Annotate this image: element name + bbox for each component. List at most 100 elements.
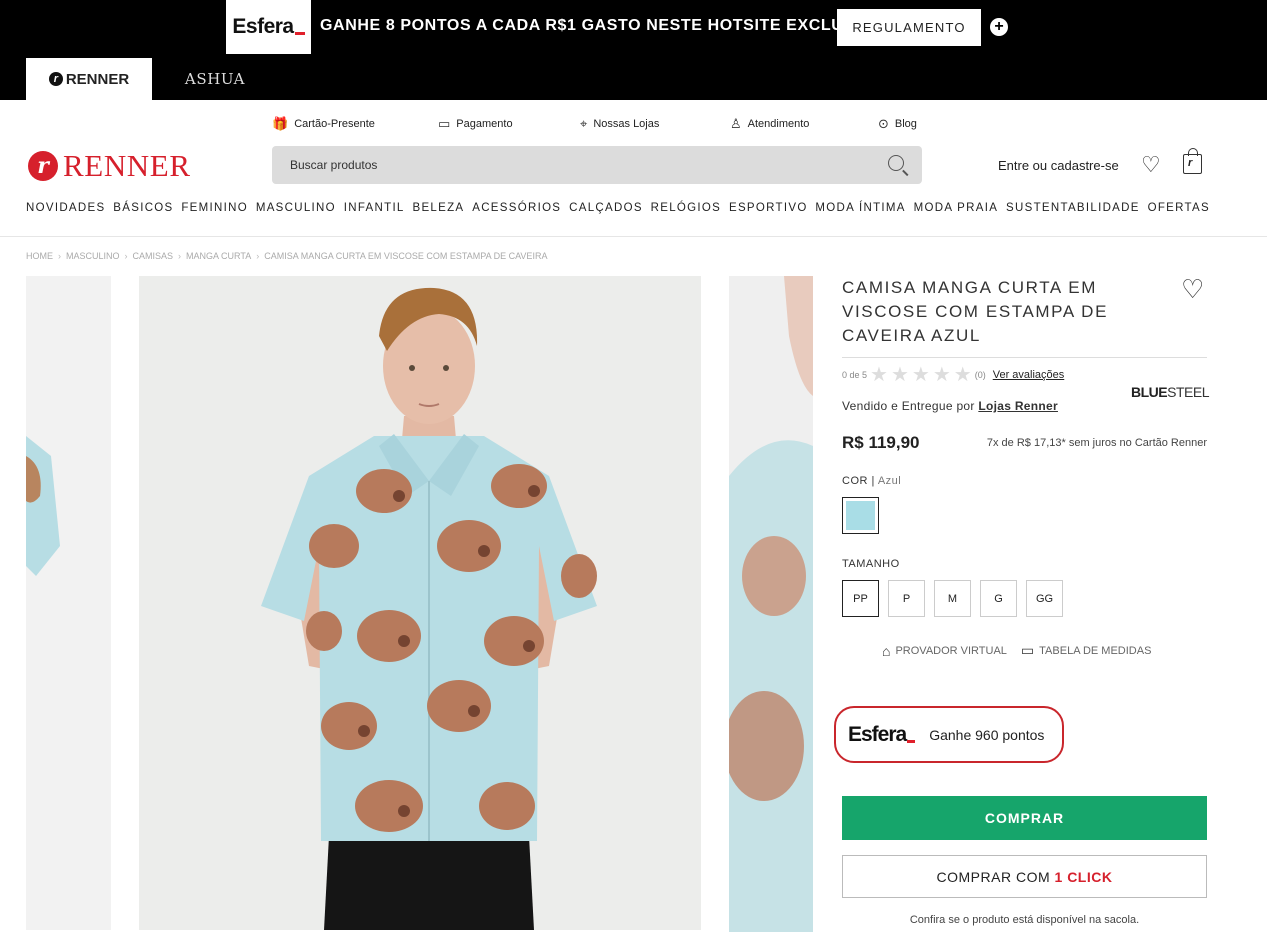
color-label: COR | Azul: [842, 475, 902, 487]
product-price: R$ 119,90: [842, 433, 920, 452]
utility-label: Cartão-Presente: [294, 118, 375, 130]
nav-item[interactable]: BELEZA: [412, 202, 464, 214]
size-tools: ⌂ PROVADOR VIRTUAL ▭ TABELA DE MEDIDAS: [882, 642, 1151, 659]
virtual-fitting-link[interactable]: ⌂ PROVADOR VIRTUAL: [882, 642, 1007, 659]
nav-item[interactable]: BÁSICOS: [113, 202, 173, 214]
size-option-pp[interactable]: PP: [842, 580, 879, 617]
product-title: CAMISA MANGA CURTA EM VISCOSE COM ESTAMP…: [842, 278, 1109, 345]
nav-item[interactable]: NOVIDADES: [26, 202, 105, 214]
size-option-gg[interactable]: GG: [1026, 580, 1063, 617]
seller-info: Vendido e Entregue por Lojas Renner: [842, 399, 1058, 413]
wishlist-heart-icon[interactable]: ♡: [1141, 154, 1161, 176]
size-option-p[interactable]: P: [888, 580, 925, 617]
gallery-next-image[interactable]: [729, 276, 813, 932]
esfera-logo[interactable]: Esfera: [226, 0, 311, 54]
color-swatch-azul[interactable]: [842, 497, 879, 534]
esfera-points-badge: Esfera Ganhe 960 pontos: [834, 706, 1064, 763]
search-bar: [272, 146, 922, 184]
search-input[interactable]: [272, 146, 872, 184]
breadcrumb-item[interactable]: CAMISAS: [133, 251, 174, 261]
utility-blog[interactable]: ⊙ Blog: [878, 116, 917, 132]
nav-item[interactable]: CALÇADOS: [569, 202, 643, 214]
login-link[interactable]: Entre ou cadastre-se: [998, 158, 1119, 173]
color-value: Azul: [877, 475, 902, 487]
utility-support[interactable]: ♙ Atendimento: [730, 116, 809, 132]
tab-renner[interactable]: r RENNER: [26, 58, 152, 100]
size-chart-link[interactable]: ▭ TABELA DE MEDIDAS: [1021, 642, 1152, 659]
location-icon: ⌖: [580, 116, 588, 131]
nav-item[interactable]: ACESSÓRIOS: [472, 202, 561, 214]
breadcrumb-item[interactable]: HOME: [26, 251, 53, 261]
size-selector: PP P M G GG: [842, 580, 1063, 617]
nav-item[interactable]: FEMININO: [181, 202, 248, 214]
product-main-image[interactable]: [139, 276, 701, 930]
nav-item[interactable]: SUSTENTABILIDADE: [1006, 202, 1140, 214]
size-option-g[interactable]: G: [980, 580, 1017, 617]
nav-item[interactable]: RELÓGIOS: [651, 202, 721, 214]
nav-item[interactable]: ESPORTIVO: [729, 202, 808, 214]
star-icon: ★: [890, 364, 909, 386]
search-icon[interactable]: [888, 155, 904, 171]
brand-bold: BLUE: [1131, 384, 1168, 400]
one-click-prefix: COMPRAR COM: [936, 868, 1055, 885]
star-icon: ★: [911, 364, 930, 386]
tab-ashua[interactable]: ASHUA: [160, 58, 270, 100]
person-icon: ♙: [730, 116, 742, 131]
renner-logo[interactable]: r RENNER: [28, 148, 191, 184]
installments-text: 7x de R$ 17,13* sem juros no Cartão Renn…: [986, 437, 1207, 449]
header-divider: [0, 236, 1267, 237]
promo-text: GANHE 8 PONTOS A CADA R$1 GASTO NESTE HO…: [320, 17, 885, 34]
utility-label: Nossas Lojas: [593, 118, 660, 130]
utility-label: Blog: [894, 118, 917, 130]
hanger-icon: ⌂: [882, 642, 891, 659]
gallery-prev-image[interactable]: [26, 276, 111, 930]
size-chart-label: TABELA DE MEDIDAS: [1039, 644, 1152, 657]
reviews-link[interactable]: Ver avaliações: [993, 369, 1065, 381]
size-option-m[interactable]: M: [934, 580, 971, 617]
nav-item[interactable]: OFERTAS: [1148, 202, 1210, 214]
nav-item[interactable]: MODA ÍNTIMA: [815, 202, 905, 214]
esfera-logo-text: Esfera: [232, 15, 294, 38]
utility-gift-card[interactable]: 🎁 Cartão-Presente: [272, 116, 375, 132]
breadcrumb-item[interactable]: MANGA CURTA: [186, 251, 251, 261]
ruler-icon: ▭: [1020, 642, 1035, 658]
promo-topbar: Esfera GANHE 8 PONTOS A CADA R$1 GASTO N…: [0, 0, 1267, 100]
utility-stores[interactable]: ⌖ Nossas Lojas: [580, 116, 659, 132]
title-divider: [842, 357, 1207, 358]
size-label: TAMANHO: [842, 558, 900, 570]
shopping-bag-icon[interactable]: r: [1183, 148, 1202, 174]
seller-link[interactable]: Lojas Renner: [978, 399, 1058, 413]
rating-count: (0): [974, 370, 986, 380]
favorite-heart-icon[interactable]: ♡: [1181, 276, 1204, 302]
utility-payment[interactable]: ▭ Pagamento: [438, 116, 513, 132]
star-icon: ★: [953, 364, 972, 386]
plus-icon[interactable]: +: [990, 18, 1008, 36]
nav-item[interactable]: MODA PRAIA: [914, 202, 999, 214]
one-click-highlight: 1 CLICK: [1054, 868, 1113, 885]
esfera-mini-logo-text: Esfera: [848, 722, 907, 746]
nav-item[interactable]: INFANTIL: [344, 202, 405, 214]
gift-icon: 🎁: [272, 116, 289, 131]
brand-logo[interactable]: BLUESTEEL: [1131, 384, 1209, 400]
regulamento-button[interactable]: REGULAMENTO: [837, 9, 981, 46]
seller-prefix: Vendido e Entregue por: [842, 399, 975, 413]
utility-label: Pagamento: [456, 118, 513, 130]
breadcrumb-item[interactable]: MASCULINO: [66, 251, 120, 261]
card-icon: ▭: [438, 116, 451, 131]
rating-prefix: 0 de 5: [842, 370, 868, 380]
main-nav: NOVIDADES BÁSICOS FEMININO MASCULINO INF…: [26, 202, 1210, 214]
esfera-mini-logo: Esfera: [848, 722, 916, 747]
breadcrumb-item: CAMISA MANGA CURTA EM VISCOSE COM ESTAMP…: [264, 251, 548, 261]
nav-item[interactable]: MASCULINO: [256, 202, 336, 214]
play-icon: ⊙: [878, 116, 889, 131]
rating-row: 0 de 5 ★ ★ ★ ★ ★ (0) Ver avaliações: [842, 365, 1064, 385]
utility-label: Atendimento: [747, 118, 810, 130]
buy-button[interactable]: COMPRAR: [842, 796, 1207, 840]
brand-rest: STEEL: [1167, 384, 1209, 400]
breadcrumb: HOME › MASCULINO › CAMISAS › MANGA CURTA › C…: [26, 251, 548, 261]
renner-logo-mark: r: [28, 151, 58, 181]
color-label-text: COR: [842, 475, 868, 487]
availability-note: Confira se o produto está disponível na …: [909, 914, 1140, 926]
renner-badge-icon: r: [48, 72, 63, 86]
one-click-buy-button[interactable]: COMPRAR COM 1 CLICK: [842, 855, 1207, 898]
